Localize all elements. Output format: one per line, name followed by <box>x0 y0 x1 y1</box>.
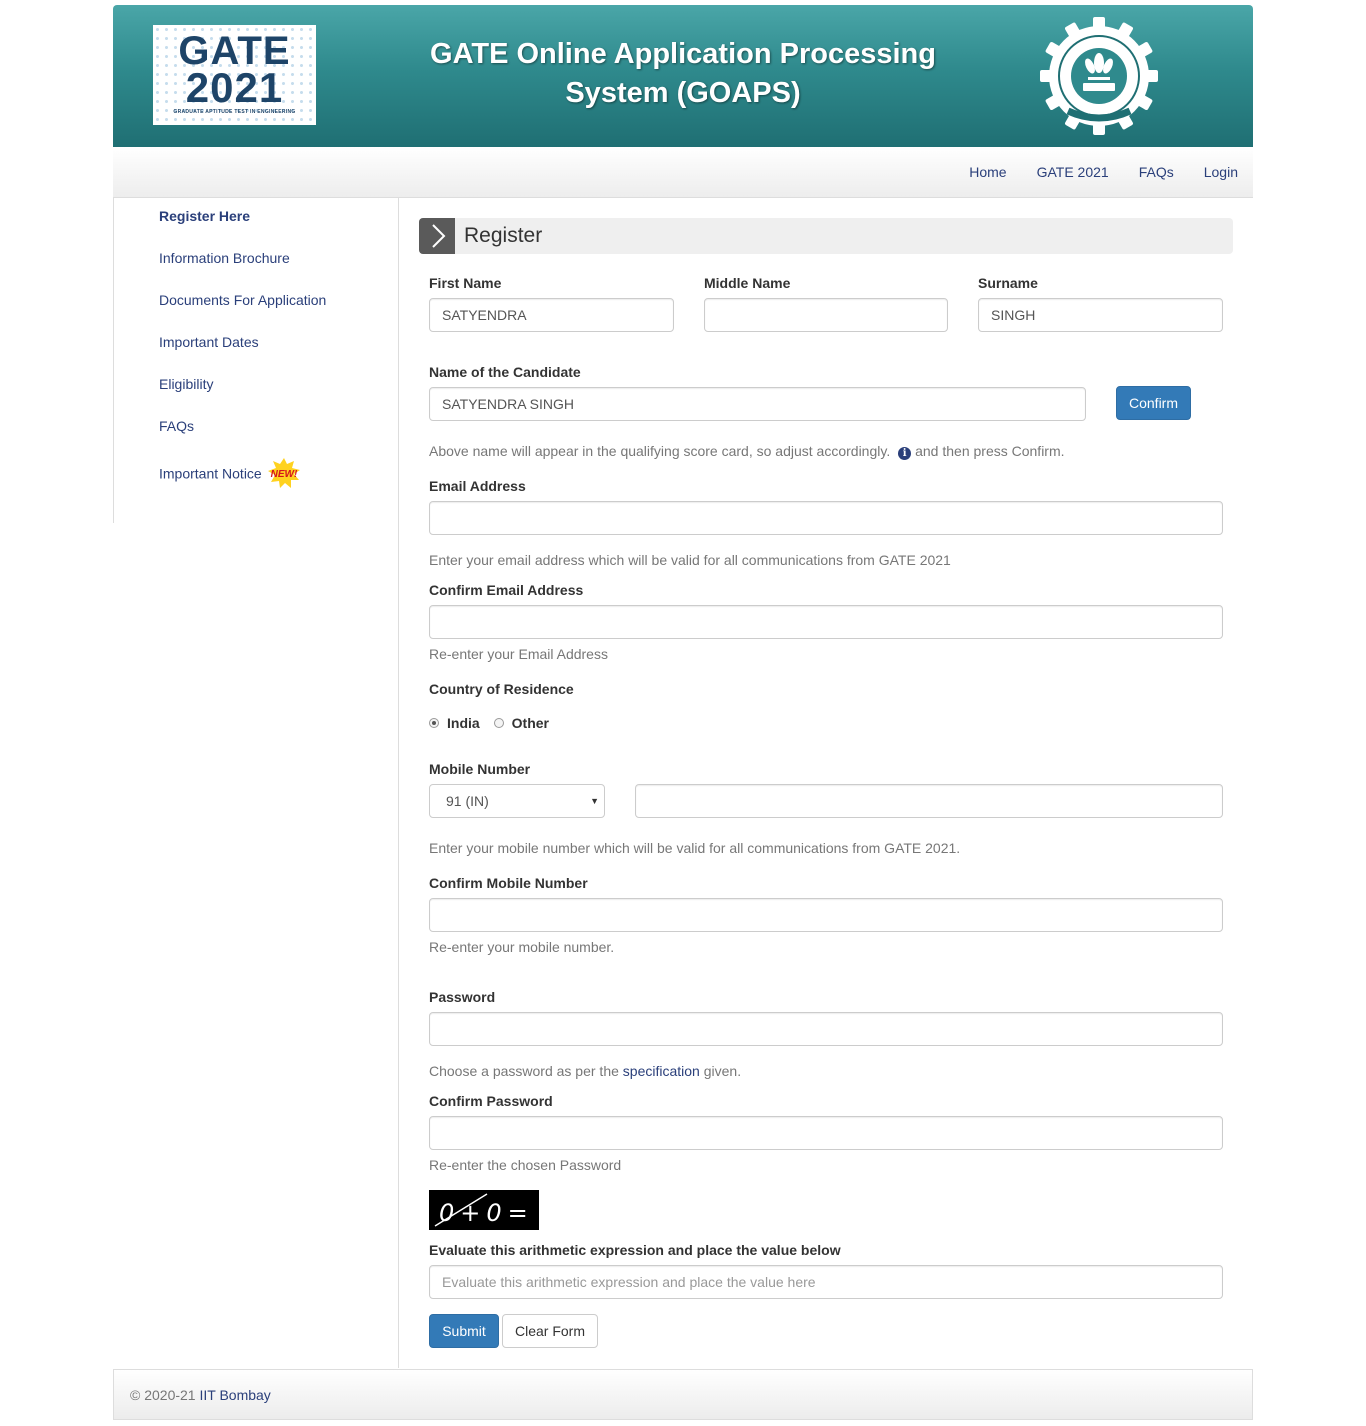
password-help-part-1: Choose a password as per the <box>429 1063 619 1079</box>
sidebar-item-documents-for-application[interactable]: Documents For Application <box>159 292 326 308</box>
sidebar: Register Here Information Brochure Docum… <box>113 198 398 523</box>
clear-form-button[interactable]: Clear Form <box>502 1314 598 1348</box>
site-header: GATE 2021 GRADUATE APTITUDE TEST IN ENGI… <box>113 5 1253 147</box>
content-area: Register Here Information Brochure Docum… <box>113 198 1253 1370</box>
nav-links: Home GATE 2021 FAQs Login <box>954 147 1253 197</box>
email-help-text: Enter your email address which will be v… <box>429 552 951 568</box>
nav-login[interactable]: Login <box>1189 147 1253 197</box>
captcha-answer-input[interactable] <box>429 1265 1223 1299</box>
first-name-input[interactable] <box>429 298 674 332</box>
name-help-part-1: Above name will appear in the qualifying… <box>429 443 891 459</box>
top-navbar: Home GATE 2021 FAQs Login <box>113 147 1253 198</box>
middle-name-label: Middle Name <box>704 275 791 291</box>
country-code-value: 91 (IN) <box>446 793 489 809</box>
nav-gate-2021[interactable]: GATE 2021 <box>1022 147 1124 197</box>
sidebar-item-important-dates[interactable]: Important Dates <box>159 334 259 350</box>
captcha-label: Evaluate this arithmetic expression and … <box>429 1242 841 1258</box>
site-footer: © 2020-21 IIT Bombay <box>113 1369 1253 1420</box>
new-badge-text: NEW! <box>270 469 297 480</box>
iit-bombay-link[interactable]: IIT Bombay <box>199 1387 270 1403</box>
middle-name-input[interactable] <box>704 298 948 332</box>
sidebar-item-faqs[interactable]: FAQs <box>159 418 194 434</box>
country-label: Country of Residence <box>429 681 574 697</box>
country-radio-group: India Other <box>429 715 563 731</box>
footer-text: © 2020-21 IIT Bombay <box>130 1370 271 1420</box>
sidebar-item-important-notice-row[interactable]: Important Notice NEW! <box>159 458 300 490</box>
confirm-mobile-help-text: Re-enter your mobile number. <box>429 939 615 955</box>
chevron-right-icon <box>419 218 455 254</box>
candidate-name-input[interactable] <box>429 387 1086 421</box>
name-help-part-2: and then press Confirm. <box>915 443 1065 459</box>
confirm-password-label: Confirm Password <box>429 1093 553 1109</box>
mobile-input[interactable] <box>635 784 1223 818</box>
confirm-email-label: Confirm Email Address <box>429 582 584 598</box>
sidebar-item-register-here[interactable]: Register Here <box>159 208 250 224</box>
sidebar-item-important-notice[interactable]: Important Notice <box>159 466 262 482</box>
email-input[interactable] <box>429 501 1223 535</box>
country-india-radio[interactable] <box>429 718 439 728</box>
register-panel-heading: Register <box>419 218 1233 254</box>
confirm-mobile-label: Confirm Mobile Number <box>429 875 588 891</box>
sidebar-item-information-brochure[interactable]: Information Brochure <box>159 250 290 266</box>
country-other-radio[interactable] <box>493 718 504 728</box>
nav-faqs[interactable]: FAQs <box>1124 147 1189 197</box>
confirm-mobile-input[interactable] <box>429 898 1223 932</box>
confirm-password-help-text: Re-enter the chosen Password <box>429 1157 622 1173</box>
confirm-email-help-text: Re-enter your Email Address <box>429 646 608 662</box>
confirm-password-input[interactable] <box>429 1116 1223 1150</box>
caret-down-icon: ▼ <box>590 796 599 806</box>
mobile-label: Mobile Number <box>429 761 531 777</box>
confirm-email-input[interactable] <box>429 605 1223 639</box>
logo-tagline: GRADUATE APTITUDE TEST IN ENGINEERING <box>173 109 296 115</box>
country-india-label[interactable]: India <box>447 715 480 731</box>
copyright-text: © 2020-21 <box>130 1387 196 1403</box>
iit-bombay-seal-icon <box>1040 17 1158 135</box>
mobile-help-text: Enter your mobile number which will be v… <box>429 840 961 856</box>
password-help-part-2: given. <box>703 1063 742 1079</box>
captcha-text: 0+0= <box>439 1199 534 1227</box>
page-wrapper: GATE 2021 GRADUATE APTITUDE TEST IN ENGI… <box>113 5 1253 1420</box>
first-name-label: First Name <box>429 275 502 291</box>
email-label: Email Address <box>429 478 526 494</box>
captcha-image: 0+0= <box>429 1190 539 1230</box>
new-badge-icon: NEW! <box>267 458 300 488</box>
password-specification-link[interactable]: specification <box>623 1063 700 1079</box>
country-other-label[interactable]: Other <box>512 715 549 731</box>
confirm-name-button[interactable]: Confirm <box>1116 386 1191 420</box>
site-title-line-1: GATE Online Application Processing <box>430 38 936 70</box>
gate-2021-logo[interactable]: GATE 2021 GRADUATE APTITUDE TEST IN ENGI… <box>153 25 316 125</box>
password-help-text: Choose a password as per the specificati… <box>429 1063 741 1079</box>
candidate-name-label: Name of the Candidate <box>429 364 581 380</box>
panel-title: Register <box>464 224 543 247</box>
password-label: Password <box>429 989 496 1005</box>
site-title-line-2: System (GOAPS) <box>565 77 801 109</box>
country-code-select[interactable]: 91 (IN) ▼ <box>429 784 605 818</box>
logo-year-text: 2021 <box>185 64 284 111</box>
password-input[interactable] <box>429 1012 1223 1046</box>
column-divider <box>398 198 399 1368</box>
sidebar-item-eligibility[interactable]: Eligibility <box>159 376 213 392</box>
site-title: GATE Online Application Processing Syste… <box>413 35 953 113</box>
info-icon[interactable]: i <box>898 447 912 460</box>
submit-button[interactable]: Submit <box>429 1314 499 1348</box>
nav-home[interactable]: Home <box>954 147 1021 197</box>
surname-input[interactable] <box>978 298 1223 332</box>
name-help-text: Above name will appear in the qualifying… <box>429 443 1065 460</box>
surname-label: Surname <box>978 275 1038 291</box>
